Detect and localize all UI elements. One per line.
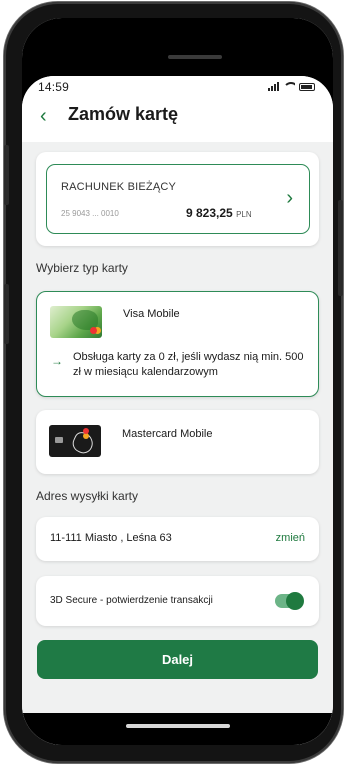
card-chip-icon (55, 437, 63, 443)
card-type-heading: Wybierz typ karty (36, 261, 128, 275)
address-heading: Adres wysyłki karty (36, 489, 139, 503)
visa-card-title: Visa Mobile (123, 308, 180, 320)
volume-up-button (4, 145, 9, 205)
volume-down-button (4, 284, 9, 344)
change-address-link[interactable]: zmień (276, 532, 305, 544)
mastercard-mobile-option[interactable]: Mastercard Mobile (36, 410, 319, 474)
app-header: 14:59 ‹ Zamów kartę (22, 76, 333, 142)
screen: 14:59 ‹ Zamów kartę RACHUNEK BIEŻĄCY 25 … (22, 18, 333, 745)
address-row: 11-111 Miasto , Leśna 63 zmień (36, 517, 319, 561)
status-icons (268, 82, 315, 91)
signal-icon (268, 82, 279, 91)
app-view: 14:59 ‹ Zamów kartę RACHUNEK BIEŻĄCY 25 … (22, 76, 333, 745)
speaker (168, 55, 222, 59)
power-button (338, 200, 343, 296)
wifi-icon (283, 82, 295, 91)
account-name: RACHUNEK BIEŻĄCY (61, 181, 177, 193)
visa-card-description: Obsługa karty za 0 zł, jeśli wydasz nią … (73, 351, 304, 378)
address-text: 11-111 Miasto , Leśna 63 (50, 532, 172, 544)
chevron-left-icon[interactable]: ‹ (40, 106, 47, 126)
balance-amount: 9 823,25 (186, 206, 233, 220)
balance-currency: PLN (236, 210, 252, 219)
account-panel: RACHUNEK BIEŻĄCY 25 9043 ... 0010 9 823,… (36, 152, 319, 246)
arrow-right-icon: → (51, 354, 63, 368)
next-button[interactable]: Dalej (37, 640, 318, 679)
mastercard-card-title: Mastercard Mobile (122, 428, 213, 440)
page-title: Zamów kartę (68, 104, 179, 124)
status-time: 14:59 (38, 80, 70, 94)
secure-toggle[interactable] (275, 592, 304, 610)
notch (133, 18, 227, 44)
visa-card-image (50, 306, 102, 338)
account-selector[interactable]: RACHUNEK BIEŻĄCY 25 9043 ... 0010 9 823,… (46, 164, 310, 234)
phone-frame: 14:59 ‹ Zamów kartę RACHUNEK BIEŻĄCY 25 … (4, 2, 343, 763)
account-balance: 9 823,25 PLN (186, 206, 252, 220)
secure-label: 3D Secure - potwierdzenie transakcji (50, 595, 213, 606)
chevron-right-icon: › (286, 187, 293, 209)
account-number: 25 9043 ... 0010 (61, 209, 119, 218)
visa-mobile-option[interactable]: Visa Mobile → Obsługa karty za 0 zł, jeś… (36, 291, 319, 397)
battery-icon (299, 82, 315, 91)
home-indicator[interactable] (126, 724, 230, 728)
bottom-bar (22, 713, 333, 745)
mastercard-card-image (49, 425, 101, 457)
secure-row: 3D Secure - potwierdzenie transakcji (36, 576, 319, 626)
